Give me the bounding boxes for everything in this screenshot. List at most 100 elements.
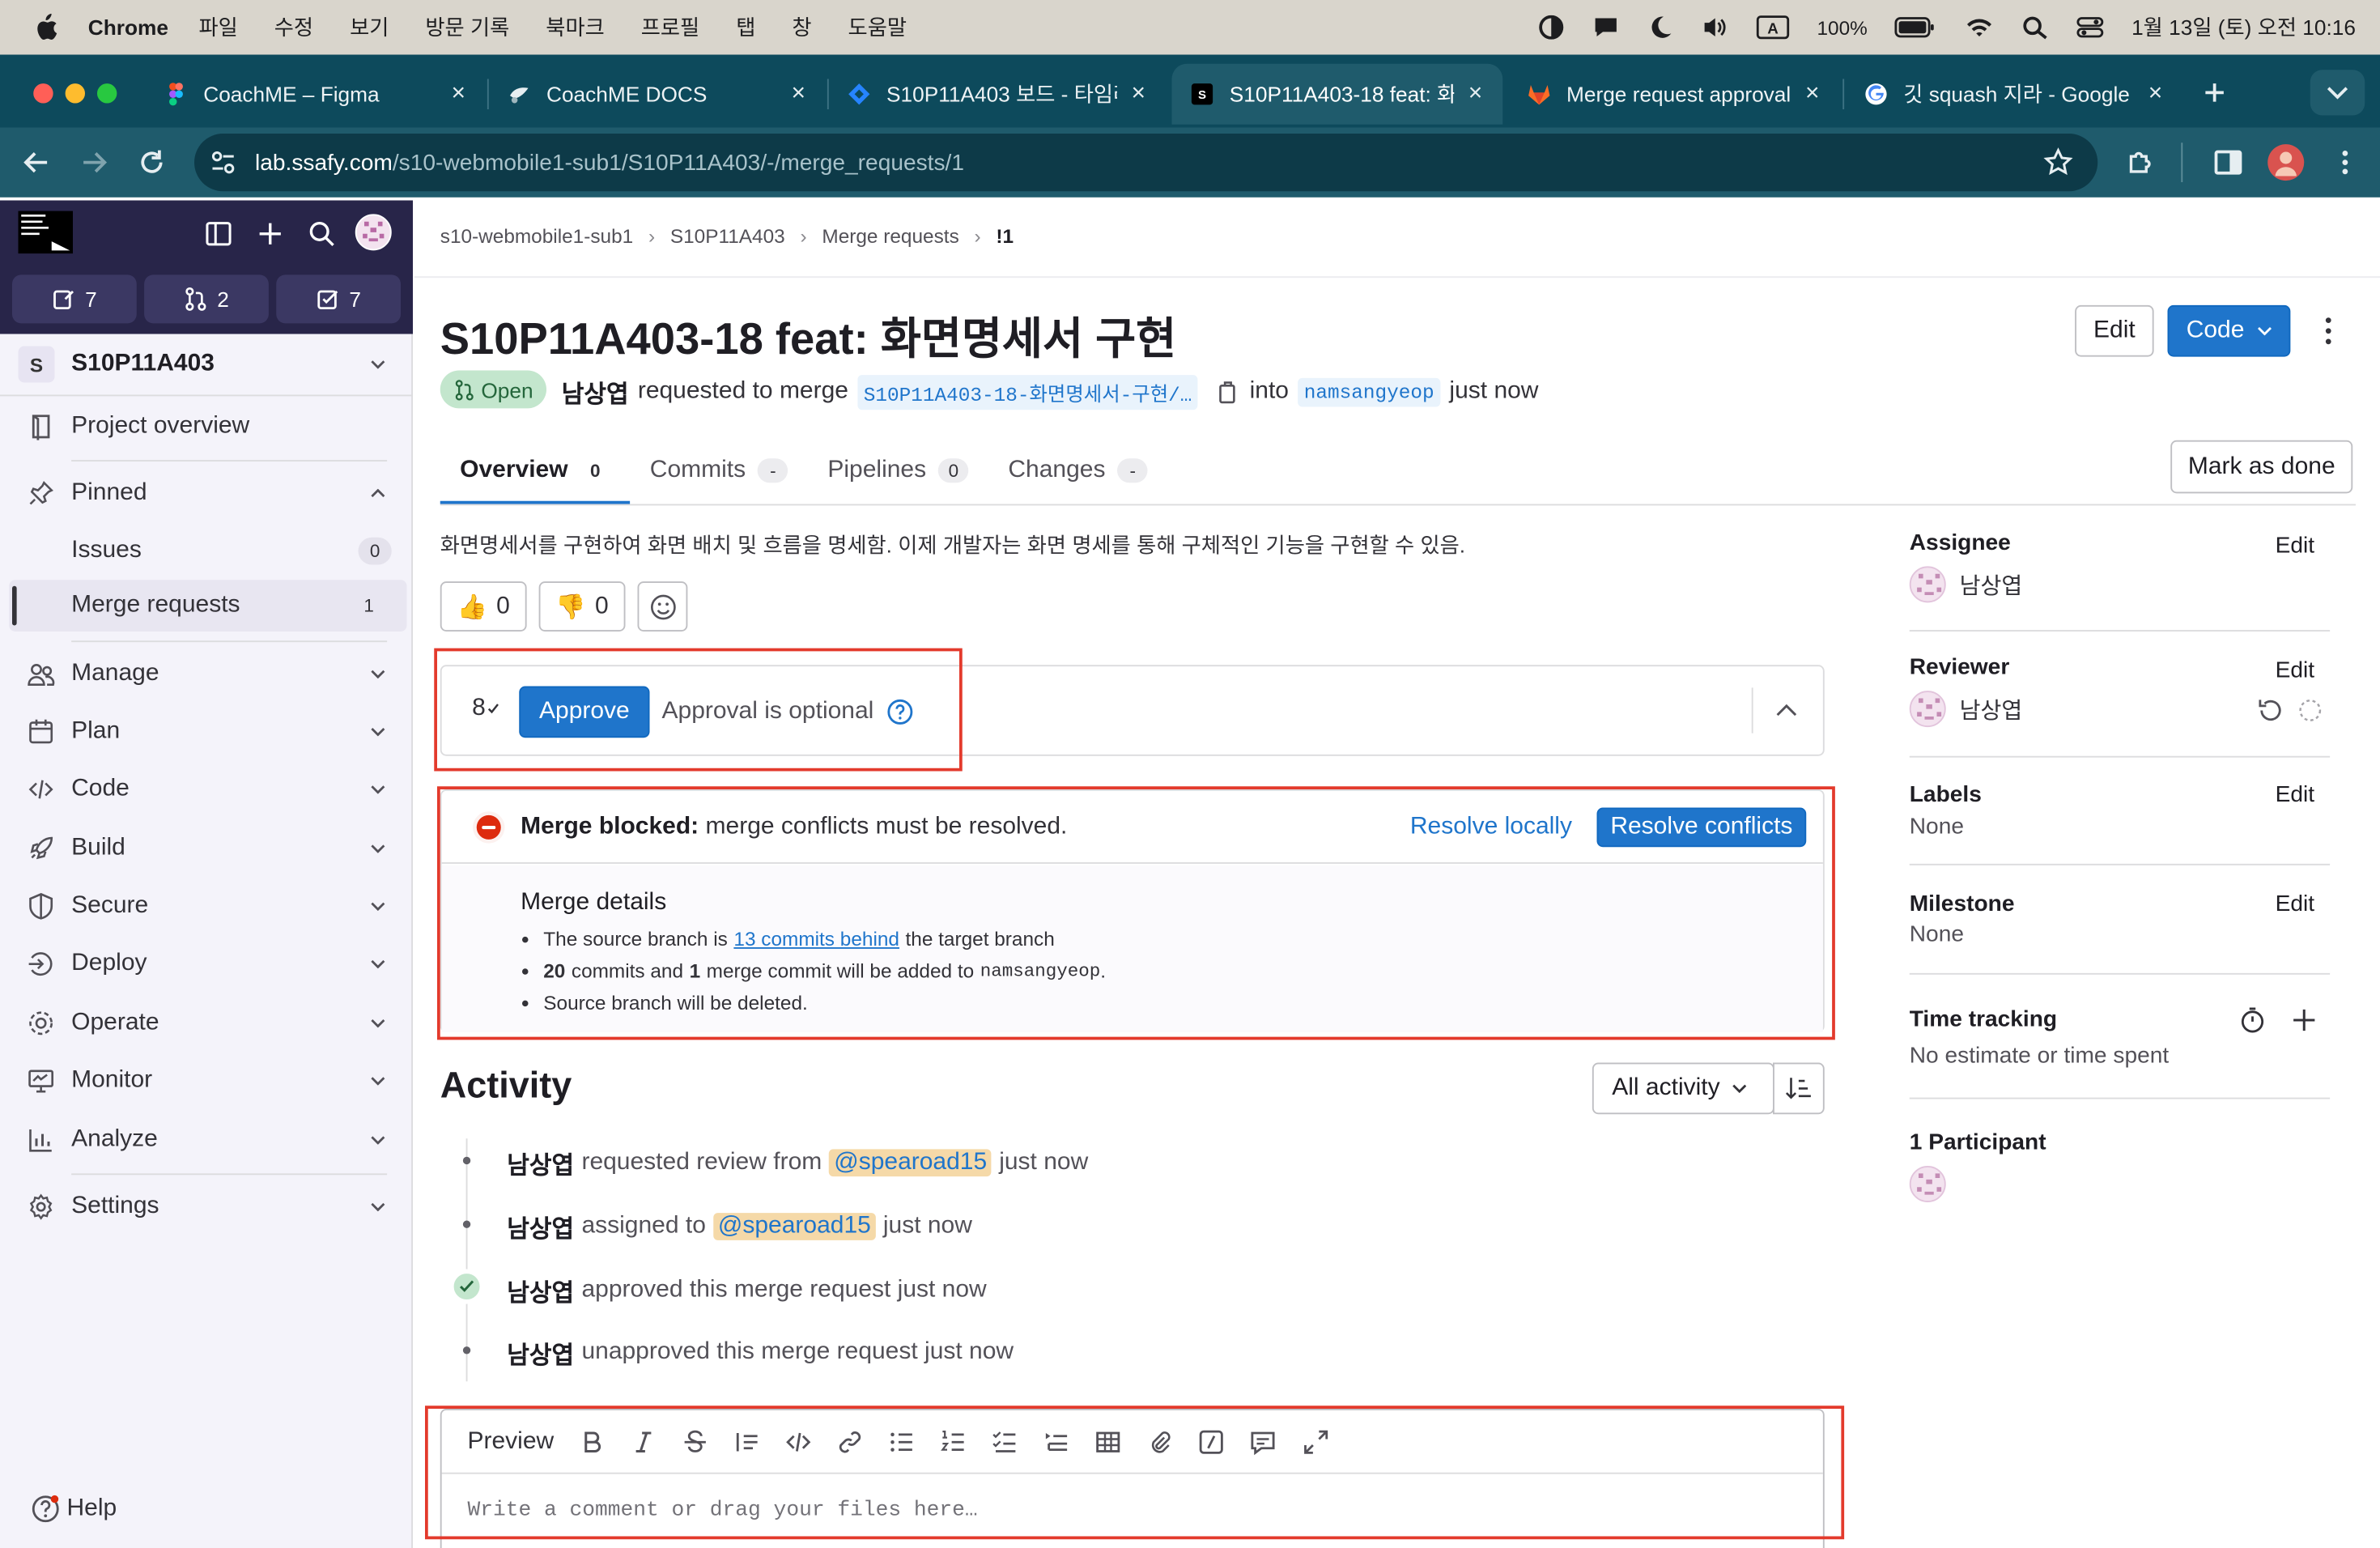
menu-history[interactable]: 방문 기록 [425,12,509,43]
more-actions-icon[interactable] [2314,316,2344,347]
labels-edit-button[interactable]: Edit [2276,782,2314,808]
app-menu[interactable]: Chrome [88,15,168,40]
nav-operate[interactable]: Operate [0,996,413,1051]
sort-order-button[interactable] [1773,1062,1825,1115]
activity-author[interactable]: 남상엽 [507,1272,574,1308]
ssafy-logo[interactable] [18,211,73,254]
menu-window[interactable]: 창 [792,12,811,43]
search-icon[interactable] [308,220,336,248]
breadcrumb-merge-requests[interactable]: Merge requests [822,225,958,248]
activity-icon[interactable] [1537,15,1565,40]
add-reaction-button[interactable] [637,581,688,632]
back-arrow-icon[interactable] [21,147,52,178]
menu-profiles[interactable]: 프로필 [641,12,699,43]
tab-close-icon[interactable]: × [1466,80,1485,108]
nav-secure[interactable]: Secure [0,879,413,934]
menu-bookmarks[interactable]: 북마크 [546,12,604,43]
browser-tab-merge-request[interactable]: S S10P11A403-18 feat: 화면 × [1171,63,1503,125]
window-minimize-button[interactable] [65,83,85,104]
chat-icon[interactable] [1592,15,1620,40]
nav-analyze[interactable]: Analyze [0,1112,413,1167]
tab-search-button[interactable] [2310,70,2365,116]
tab-close-icon[interactable]: × [449,80,468,108]
nav-pinned[interactable]: Pinned [0,466,413,521]
milestone-edit-button[interactable]: Edit [2276,891,2314,917]
user-mention[interactable]: @spearoad15 [829,1149,992,1177]
user-avatar[interactable] [355,214,392,251]
browser-tab-jira[interactable]: S10P11A403 보드 - 타임라 × [829,64,1166,125]
browser-tab-docs[interactable]: CoachME DOCS × [489,64,826,125]
side-panel-icon[interactable] [2213,147,2244,178]
menu-file[interactable]: 파일 [198,12,237,43]
merge-requests-counter[interactable]: 2 [144,274,269,324]
author-link[interactable]: 남상엽 [562,373,629,410]
new-tab-plus-icon[interactable] [2201,79,2229,107]
menubar-clock[interactable]: 1월 13일 (토) 오전 10:16 [2131,12,2356,43]
input-source-icon[interactable]: A [1756,15,1790,40]
browser-tab-approval-docs[interactable]: Merge request approval × [1509,64,1840,125]
reload-icon[interactable] [137,147,168,178]
activity-filter-dropdown[interactable]: All activity [1592,1062,1774,1115]
nav-settings[interactable]: Settings [0,1180,413,1235]
chrome-menu-icon[interactable] [2330,147,2361,178]
breadcrumb-project[interactable]: S10P11A403 [670,225,785,248]
activity-author[interactable]: 남상엽 [507,1209,574,1245]
source-branch-link[interactable]: S10P11A403-18-화면명세서-구현/… [857,374,1198,410]
wifi-icon[interactable] [1965,15,1995,40]
browser-tab-google[interactable]: 깃 squash 지라 - Google × [1846,64,2182,125]
chevron-up-icon[interactable] [1774,699,1799,723]
assignee-user[interactable]: 남상엽 [1909,566,2022,603]
nav-project-overview[interactable]: Project overview [0,399,413,454]
extensions-puzzle-icon[interactable] [2125,147,2156,178]
bookmark-star-icon[interactable] [2043,147,2074,178]
edit-mr-button[interactable]: Edit [2075,304,2154,357]
create-new-plus-icon[interactable] [257,220,284,248]
assigned-issues-counter[interactable]: 7 [12,274,137,324]
code-dropdown-button[interactable]: Code [2167,304,2291,357]
tab-close-icon[interactable]: × [1129,80,1148,108]
battery-icon[interactable] [1895,15,1938,40]
mark-as-done-button[interactable]: Mark as done [2170,440,2353,494]
tab-close-icon[interactable]: × [1804,80,1822,108]
tab-overview[interactable]: Overview 0 [440,437,631,504]
tab-close-icon[interactable]: × [2146,80,2165,108]
reviewer-user[interactable]: 남상엽 [1909,691,2022,728]
copy-branch-icon[interactable] [1216,380,1240,404]
nav-manage[interactable]: Manage [0,647,413,702]
apple-icon[interactable] [31,13,62,41]
profile-avatar[interactable] [2267,144,2305,181]
site-settings-icon[interactable] [210,149,237,176]
project-switcher[interactable]: S S10P11A403 [0,334,413,395]
breadcrumb-mr-id[interactable]: !1 [996,225,1014,248]
menu-view[interactable]: 보기 [350,12,389,43]
volume-icon[interactable] [1702,15,1729,40]
user-mention[interactable]: @spearoad15 [713,1213,876,1240]
assignee-edit-button[interactable]: Edit [2276,533,2314,559]
add-time-plus-icon[interactable] [2290,1006,2318,1034]
nav-pinned-issues[interactable]: Issues 0 [0,525,413,577]
tab-changes[interactable]: Changes - [988,437,1167,504]
breadcrumb-group[interactable]: s10-webmobile1-sub1 [440,225,633,248]
spotlight-search-icon[interactable] [2022,15,2050,40]
menu-help[interactable]: 도움말 [848,12,907,43]
forward-arrow-icon[interactable] [79,147,110,178]
help-button[interactable]: Help [31,1494,117,1525]
nav-pinned-merge-requests[interactable]: Merge requests 1 [9,580,407,632]
todos-counter[interactable]: 7 [276,274,401,324]
thumbs-down-button[interactable]: 👎 0 [538,581,626,632]
nav-plan[interactable]: Plan [0,704,413,759]
tab-commits[interactable]: Commits - [630,437,808,504]
nav-code[interactable]: Code [0,762,413,817]
activity-author[interactable]: 남상엽 [507,1334,574,1371]
menu-edit[interactable]: 수정 [274,12,313,43]
stopwatch-icon[interactable] [2239,1006,2267,1034]
browser-tab-figma[interactable]: CoachME – Figma × [146,64,486,125]
nav-deploy[interactable]: Deploy [0,937,413,992]
tab-close-icon[interactable]: × [789,80,808,108]
control-center-icon[interactable] [2077,15,2105,40]
nav-monitor[interactable]: Monitor [0,1053,413,1108]
target-branch-link[interactable]: namsangyeop [1298,376,1441,406]
nav-build[interactable]: Build [0,821,413,876]
activity-author[interactable]: 남상엽 [507,1145,574,1181]
thumbs-up-button[interactable]: 👍 0 [440,581,527,632]
